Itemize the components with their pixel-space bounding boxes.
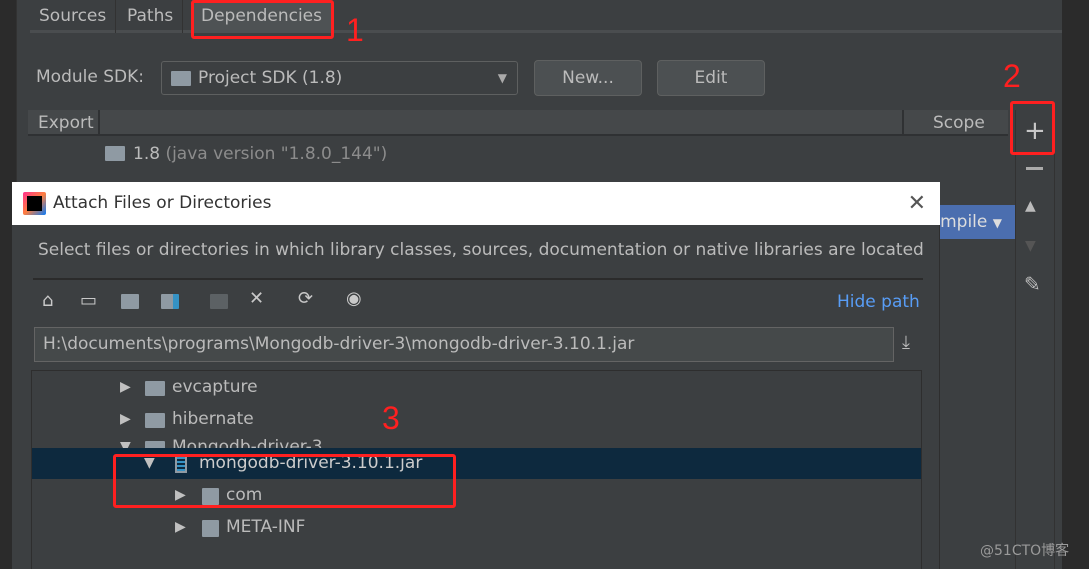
watermark: @51CTO博客 (980, 543, 1070, 559)
intellij-logo-icon (23, 192, 46, 215)
minus-icon[interactable] (1026, 167, 1043, 170)
divider (33, 278, 923, 280)
sdk-detail: (java version "1.8.0_144") (165, 144, 388, 164)
tab-bar: Sources Paths Dependencies (30, 0, 1062, 33)
desktop-icon[interactable]: ▭ (80, 290, 97, 311)
side-toolbar: + ▲ ▼ ✎ (1015, 110, 1055, 569)
move-up-icon[interactable]: ▲ (1025, 198, 1036, 214)
edit-button[interactable]: Edit (657, 60, 765, 96)
chevron-down-icon: ▼ (992, 216, 1002, 230)
dialog-title: Attach Files or Directories (53, 193, 272, 213)
show-hidden-icon[interactable]: ◉ (346, 288, 362, 309)
annotation-box-2 (1010, 101, 1055, 155)
module-sdk-value: Project SDK (1.8) (198, 68, 343, 88)
column-scope[interactable]: Scope (902, 110, 1008, 136)
hide-path-link[interactable]: Hide path (837, 292, 920, 312)
module-folder-icon[interactable] (161, 294, 179, 309)
attach-files-dialog: Attach Files or Directories ✕ Select fil… (12, 182, 940, 569)
tree-item-label: hibernate (172, 409, 254, 429)
chevron-down-icon: ▼ (497, 71, 507, 85)
tree-item-label: META-INF (226, 517, 306, 537)
annotation-number-1: 1 (346, 12, 364, 48)
folder-icon (145, 381, 165, 396)
edit-icon[interactable]: ✎ (1024, 272, 1041, 296)
path-input[interactable]: H:\documents\programs\Mongodb-driver-3\m… (34, 327, 894, 362)
tree-item-label: evcapture (172, 377, 258, 397)
move-down-icon[interactable]: ▼ (1025, 238, 1036, 254)
dialog-title-bar: Attach Files or Directories ✕ (12, 182, 940, 225)
sdk-folder-icon (171, 71, 191, 86)
package-icon (202, 520, 219, 537)
table-row[interactable]: 1.8 (java version "1.8.0_144") (105, 142, 387, 166)
column-export[interactable]: Export (38, 110, 100, 136)
new-folder-icon[interactable] (210, 294, 228, 309)
home-icon[interactable]: ⌂ (42, 290, 53, 311)
module-sdk-select[interactable]: Project SDK (1.8) ▼ (161, 61, 518, 95)
tab-paths[interactable]: Paths (118, 0, 184, 33)
module-sdk-label: Module SDK: (36, 67, 144, 87)
annotation-number-2: 2 (1003, 58, 1021, 94)
tab-sources[interactable]: Sources (30, 0, 117, 33)
sdk-name: 1.8 (133, 144, 161, 164)
annotation-box-3 (113, 454, 456, 508)
annotation-box-1 (191, 0, 334, 39)
dialog-description: Select files or directories in which lib… (38, 240, 924, 260)
download-icon[interactable]: ⤓ (902, 332, 910, 353)
tree-item-meta-inf[interactable]: ▶ META-INF (32, 512, 921, 543)
scope-value: Compile (940, 212, 988, 232)
dependencies-table-header: Export Scope (28, 110, 1008, 136)
right-gutter (1062, 0, 1089, 569)
scope-select[interactable]: Compile ▼ (940, 205, 1015, 239)
close-icon[interactable]: ✕ (908, 182, 926, 225)
project-folder-icon[interactable] (121, 294, 139, 309)
tree-item-hibernate[interactable]: ▶ hibernate (32, 404, 921, 435)
annotation-number-3: 3 (382, 400, 400, 436)
refresh-icon[interactable]: ⟳ (298, 288, 313, 309)
folder-icon (145, 413, 165, 428)
delete-icon[interactable]: ✕ (249, 288, 264, 309)
tree-item-evcapture[interactable]: ▶ evcapture (32, 372, 921, 403)
new-button[interactable]: New... (534, 60, 642, 96)
sdk-folder-icon (105, 146, 125, 161)
